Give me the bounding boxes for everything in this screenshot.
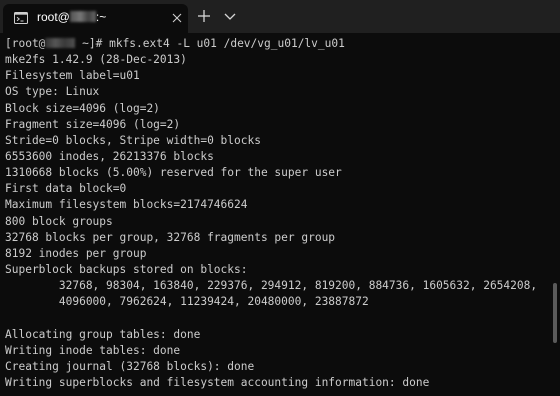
tab-title-suffix: :~ [95, 10, 107, 24]
terminal-line: 6553600 inodes, 26213376 blocks [5, 149, 214, 163]
terminal-line: 1310668 blocks (5.00%) reserved for the … [5, 166, 342, 180]
terminal-line: First data block=0 [5, 182, 127, 196]
scrollbar[interactable] [548, 33, 560, 396]
terminal-line: Writing inode tables: done [5, 343, 181, 357]
terminal-line: OS type: Linux [5, 85, 100, 99]
terminal-line: Allocating group tables: done [5, 327, 201, 341]
terminal-line: Block size=4096 (log=2) [5, 101, 160, 115]
terminal-line: Stride=0 blocks, Stripe width=0 blocks [5, 133, 261, 147]
redacted-hostname [45, 38, 76, 48]
terminal-line: Fragment size=4096 (log=2) [5, 117, 181, 131]
tab-root-shell[interactable]: root@ :~ [3, 4, 188, 33]
terminal-icon [14, 12, 28, 24]
prompt-prefix: [root@ [5, 37, 46, 50]
terminal-window: root@ :~ [root@ ~]# mkfs.ext4 -L u01 /dev… [0, 0, 560, 396]
prompt-command: ~]# mkfs.ext4 -L u01 /dev/vg_u01/lv_u01 [75, 37, 345, 50]
terminal-line: mke2fs 1.42.9 (28-Dec-2013) [5, 53, 187, 67]
terminal-lines: [root@ ~]# mkfs.ext4 -L u01 /dev/vg_u01/… [5, 36, 537, 391]
terminal-line: Maximum filesystem blocks=2174746624 [5, 198, 248, 212]
terminal-line: Creating journal (32768 blocks): done [5, 359, 255, 373]
terminal-line: 32768 blocks per group, 32768 fragments … [5, 230, 336, 244]
redacted-hostname [69, 11, 96, 22]
terminal-line: 8192 inodes per group [5, 246, 147, 260]
plus-icon[interactable] [195, 7, 213, 25]
terminal-line: 4096000, 7962624, 11239424, 20480000, 23… [5, 295, 369, 309]
terminal-line: Superblock backups stored on blocks: [5, 262, 248, 276]
command-prompt-line: [root@ ~]# mkfs.ext4 -L u01 /dev/vg_u01/… [5, 36, 537, 52]
tab-title-prefix: root@ [37, 10, 70, 24]
scrollbar-thumb[interactable] [553, 283, 557, 343]
tab-strip: root@ :~ [0, 0, 560, 33]
terminal-line: Filesystem label=u01 [5, 69, 140, 83]
terminal-line: Writing superblocks and filesystem accou… [5, 375, 430, 389]
terminal-line: 800 block groups [5, 214, 113, 228]
chevron-down-icon[interactable] [221, 7, 239, 25]
terminal-output[interactable]: [root@ ~]# mkfs.ext4 -L u01 /dev/vg_u01/… [0, 33, 548, 396]
close-icon[interactable] [171, 12, 183, 24]
terminal-line: 32768, 98304, 163840, 229376, 294912, 81… [5, 279, 538, 293]
tab-title: root@ :~ [37, 9, 106, 25]
